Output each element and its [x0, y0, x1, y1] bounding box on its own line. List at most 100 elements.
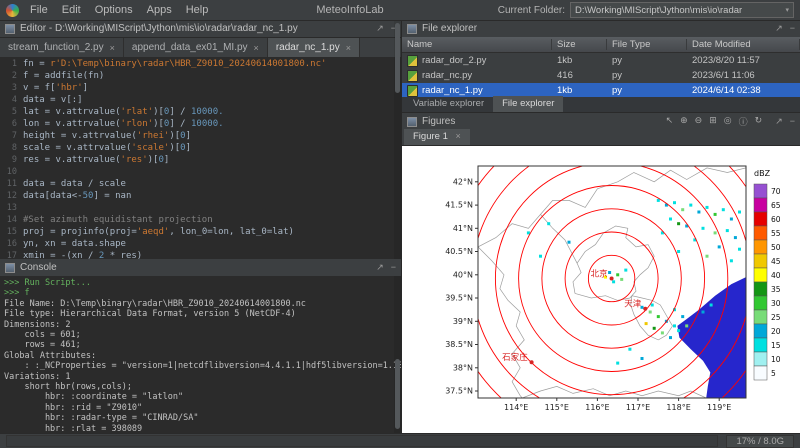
figures-title: Figures: [422, 116, 455, 127]
editor-tab[interactable]: radar_nc_1.py×: [268, 38, 360, 57]
column-header[interactable]: File Type: [607, 39, 687, 50]
file-table: NameSizeFile TypeDate Modified radar_dor…: [402, 37, 800, 97]
current-folder: Current Folder: D:\Working\MIScript\Jyth…: [498, 2, 794, 18]
console-line: Variations: 1: [4, 372, 401, 382]
svg-text:15: 15: [771, 341, 781, 350]
editor-scrollbar[interactable]: [394, 20, 401, 259]
dock-tab-file-explorer[interactable]: File explorer: [493, 96, 563, 112]
figure-canvas[interactable]: 北京天津石家庄114°E115°E116°E117°E118°E119°E42°…: [402, 146, 800, 433]
float-icon[interactable]: ↗: [775, 23, 783, 34]
svg-text:41°N: 41°N: [453, 224, 473, 233]
float-icon[interactable]: ↗: [376, 262, 384, 273]
minimize-icon[interactable]: −: [790, 23, 795, 34]
file-table-header[interactable]: NameSizeFile TypeDate Modified: [402, 37, 800, 53]
console-title: Console: [20, 262, 57, 273]
column-header[interactable]: Date Modified: [687, 39, 800, 50]
menu-help[interactable]: Help: [179, 2, 216, 18]
figures-panel: Figures ↖⊕⊖⊞◎ⓘ↻ ↗ − Figure 1 × 北京天津石家庄11…: [402, 113, 800, 433]
console-line: short hbr(rows,cols);: [4, 382, 401, 392]
file-explorer-panel: File explorer ↗ − NameSizeFile TypeDate …: [402, 20, 800, 97]
svg-text:50: 50: [771, 243, 781, 252]
code-line: 4data = v[:]: [0, 94, 401, 106]
current-folder-combo[interactable]: D:\Working\MIScript\Jython\mis\io\radar …: [570, 2, 794, 18]
dock-tab-variable-explorer[interactable]: Variable explorer: [404, 96, 493, 112]
table-row[interactable]: radar_nc_1.py1kbpy2024/6/14 02:38: [402, 83, 800, 97]
svg-text:10: 10: [771, 355, 781, 364]
svg-text:65: 65: [771, 201, 781, 210]
editor-title: Editor - D:\Working\MIScript\Jython\mis\…: [20, 23, 298, 34]
column-header[interactable]: Name: [402, 39, 552, 50]
figure-tab[interactable]: Figure 1 ×: [404, 129, 470, 145]
panel-icon: [5, 263, 15, 273]
code-line: 9res = v.attrvalue('res')[0]: [0, 154, 401, 166]
select-arrow-icon[interactable]: ↖: [666, 115, 674, 128]
memory-indicator[interactable]: 17% / 8.0G: [726, 435, 794, 448]
editor-header: Editor - D:\Working\MIScript\Jython\mis\…: [0, 20, 401, 38]
svg-text:石家庄: 石家庄: [502, 352, 528, 363]
table-row[interactable]: radar_nc.py416py2023/6/1 11:06: [402, 68, 800, 83]
svg-text:20: 20: [771, 327, 781, 336]
close-icon[interactable]: ×: [456, 131, 461, 141]
svg-text:117°E: 117°E: [626, 403, 650, 412]
svg-text:37.5°N: 37.5°N: [445, 387, 473, 396]
svg-text:dBZ: dBZ: [754, 169, 771, 178]
console-line: rows = 461;: [4, 340, 401, 350]
minimize-icon[interactable]: −: [391, 262, 396, 273]
menu-file[interactable]: File: [23, 2, 55, 18]
console-output[interactable]: >>> Run Script...>>> fFile Name: D:\Temp…: [0, 276, 401, 433]
editor-panel: Editor - D:\Working\MIScript\Jython\mis\…: [0, 20, 401, 259]
console-header: Console ↗ −: [0, 259, 401, 277]
float-icon[interactable]: ↗: [376, 23, 384, 34]
menu-options[interactable]: Options: [88, 2, 140, 18]
identify-icon[interactable]: ⓘ: [739, 115, 748, 128]
console-scrollbar[interactable]: [394, 276, 401, 433]
left-column: Editor - D:\Working\MIScript\Jython\mis\…: [0, 20, 402, 433]
svg-text:118°E: 118°E: [666, 403, 690, 412]
close-icon[interactable]: ×: [110, 43, 115, 53]
figure-tabbar: Figure 1 ×: [402, 130, 800, 146]
zoom-in-icon[interactable]: ⊕: [680, 115, 688, 128]
menu-edit[interactable]: Edit: [55, 2, 88, 18]
console-line: hbr: :radar-type = "CINRAD/SA": [4, 413, 401, 423]
panel-icon: [407, 117, 417, 127]
console-line: : :_NCProperties = "version=1|netcdflibv…: [4, 361, 401, 371]
code-editor[interactable]: 1fn = r'D:\Temp\binary\radar\HBR_Z9010_2…: [0, 57, 401, 259]
menu-bar: FileEditOptionsAppsHelp MeteoInfoLab Cur…: [0, 0, 800, 21]
zoom-out-icon[interactable]: ⊖: [695, 115, 703, 128]
svg-text:70: 70: [771, 187, 781, 196]
code-line: 5lat = v.attrvalue('rlat')[0] / 10000.: [0, 106, 401, 118]
panel-icon: [5, 24, 15, 34]
app-title: MeteoInfoLab: [200, 4, 500, 16]
console-panel: Console ↗ − >>> Run Script...>>> fFile N…: [0, 259, 401, 433]
pan-icon[interactable]: ⊞: [709, 115, 717, 128]
code-line: 8scale = v.attrvalue('scale')[0]: [0, 142, 401, 154]
full-extent-icon[interactable]: ◎: [724, 115, 732, 128]
close-icon[interactable]: ×: [346, 43, 351, 53]
svg-text:天津: 天津: [624, 299, 642, 310]
menu-apps[interactable]: Apps: [140, 2, 179, 18]
code-line: 17xmin = -(xn / 2 * res): [0, 250, 401, 259]
close-icon[interactable]: ×: [254, 43, 259, 53]
code-line: 12data[data<-50] = nan: [0, 190, 401, 202]
svg-text:115°E: 115°E: [545, 403, 569, 412]
minimize-icon[interactable]: −: [790, 116, 795, 127]
code-line: 15proj = projinfo(proj='aeqd', lon_0=lon…: [0, 226, 401, 238]
console-line: File type: Hierarchical Data Format, ver…: [4, 309, 401, 319]
panel-icon: [407, 24, 417, 34]
current-folder-value: D:\Working\MIScript\Jython\mis\io\radar: [575, 5, 742, 16]
svg-text:39.5°N: 39.5°N: [445, 294, 473, 303]
svg-text:38.5°N: 38.5°N: [445, 340, 473, 349]
editor-tab[interactable]: append_data_ex01_MI.py×: [124, 38, 268, 57]
rotate-icon[interactable]: ↻: [755, 115, 763, 128]
table-row[interactable]: radar_dor_2.py1kbpy2023/8/20 11:57: [402, 53, 800, 68]
float-icon[interactable]: ↗: [775, 116, 783, 127]
file-explorer-title: File explorer: [422, 23, 477, 34]
code-line: 7height = v.attrvalue('rhei')[0]: [0, 130, 401, 142]
svg-text:39°N: 39°N: [453, 317, 473, 326]
column-header[interactable]: Size: [552, 39, 607, 50]
editor-tab[interactable]: stream_function_2.py×: [0, 38, 124, 57]
svg-text:41.5°N: 41.5°N: [445, 201, 473, 210]
code-line: 2f = addfile(fn): [0, 70, 401, 82]
chevron-down-icon[interactable]: ▾: [781, 6, 789, 14]
py-file-icon: [407, 70, 418, 82]
